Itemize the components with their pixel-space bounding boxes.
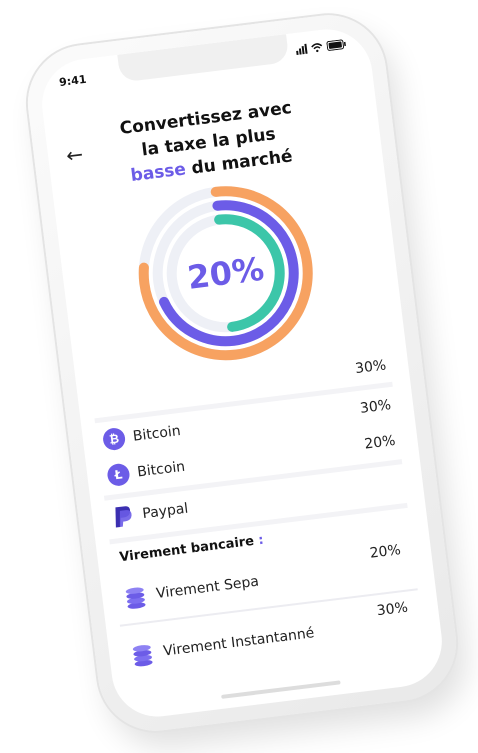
phone-frame: 9:41 ← Convertissez avec la taxe la plus… [21, 8, 463, 738]
back-arrow-icon[interactable]: ← [65, 142, 85, 168]
home-indicator [221, 680, 341, 699]
phone-notch [117, 34, 290, 83]
rate-ring-chart: 20% [125, 173, 326, 374]
battery-icon [326, 39, 346, 51]
wifi-icon [311, 43, 323, 53]
top-rate: 30% [354, 357, 388, 378]
rate-label: 20% [185, 249, 267, 297]
coin-stack-icon [132, 645, 153, 667]
bitcoin-icon: ₿ [101, 426, 127, 452]
signal-icon [295, 43, 308, 55]
title-accent-word: basse [129, 159, 187, 187]
status-time: 9:41 [58, 72, 88, 90]
litecoin-icon: Ł [106, 462, 131, 488]
coin-stack-icon [125, 587, 146, 609]
app-screen: 9:41 ← Convertissez avec la taxe la plus… [36, 24, 448, 722]
status-icons [295, 39, 347, 55]
list-item-virement-instantane[interactable]: Virement Instantanné 30% [129, 600, 412, 676]
paypal-icon [115, 506, 132, 528]
